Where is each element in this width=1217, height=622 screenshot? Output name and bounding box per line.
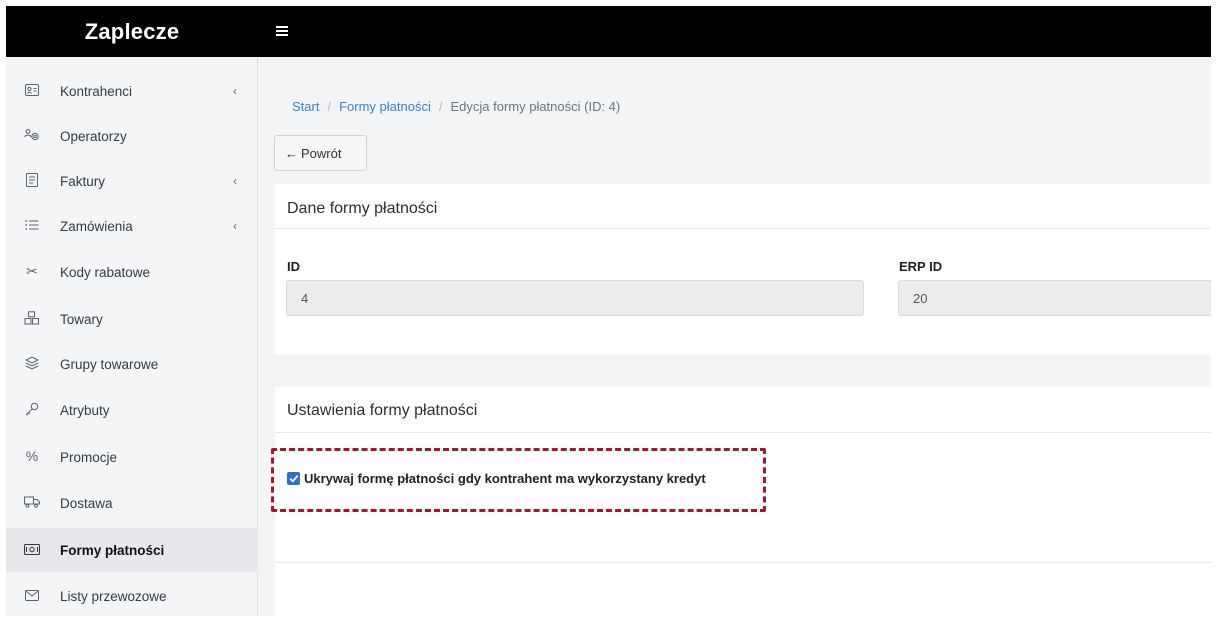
chevron-left-icon: ‹ bbox=[233, 219, 237, 233]
sidebar-item-towary[interactable]: Towary bbox=[6, 297, 258, 341]
layers-icon bbox=[24, 355, 40, 371]
sidebar-item-kody-rabatowe[interactable]: ✂ Kody rabatowe bbox=[6, 250, 258, 294]
sidebar-item-label: Listy przewozowe bbox=[60, 588, 167, 604]
settings-card-header: Ustawienia formy płatności bbox=[275, 387, 1211, 433]
breadcrumb-separator: / bbox=[327, 99, 332, 114]
money-icon bbox=[24, 541, 40, 557]
sidebar-item-listy-przewozowe[interactable]: Listy przewozowe bbox=[6, 574, 258, 616]
users-gear-icon bbox=[24, 127, 40, 143]
settings-card-title: Ustawienia formy płatności bbox=[287, 402, 478, 419]
settings-card: Ustawienia formy płatności bbox=[275, 387, 1211, 616]
contact-card-icon bbox=[24, 82, 40, 98]
hide-when-credit-used-option[interactable]: Ukrywaj formę płatności gdy kontrahent m… bbox=[287, 471, 706, 486]
sidebar-item-atrybuty[interactable]: Atrybuty bbox=[6, 388, 258, 432]
breadcrumb-payment-forms-link[interactable]: Formy płatności bbox=[339, 99, 431, 114]
details-card: Dane formy płatności ID 4 ERP ID 20 bbox=[275, 184, 1211, 355]
checkmark-icon bbox=[289, 475, 298, 483]
sidebar-item-label: Kontrahenci bbox=[60, 83, 133, 99]
chevron-left-icon: ‹ bbox=[233, 174, 237, 188]
chevron-left-icon: ‹ bbox=[233, 84, 237, 98]
key-icon bbox=[24, 401, 40, 417]
sidebar-item-label: Towary bbox=[60, 311, 103, 327]
truck-icon bbox=[24, 494, 40, 510]
breadcrumb: Start / Formy płatności / Edycja formy p… bbox=[292, 99, 620, 114]
sidebar-item-label: Formy płatności bbox=[60, 542, 165, 558]
sidebar-item-dostawa[interactable]: Dostawa bbox=[6, 481, 258, 525]
list-icon bbox=[24, 217, 40, 233]
sidebar: Kontrahenci ‹ Operatorzy Faktury ‹ Zamów… bbox=[6, 57, 258, 616]
breadcrumb-separator: / bbox=[438, 99, 443, 114]
id-field[interactable]: 4 bbox=[286, 280, 864, 316]
sidebar-item-label: Atrybuty bbox=[60, 402, 110, 418]
sidebar-item-label: Operatorzy bbox=[60, 128, 127, 144]
envelope-icon bbox=[24, 587, 40, 603]
breadcrumb-current: Edycja formy płatności (ID: 4) bbox=[450, 99, 621, 114]
invoice-icon bbox=[24, 172, 40, 188]
settings-card-divider bbox=[275, 562, 1211, 563]
app-frame: Zaplecze Kontrahenci ‹ Operatorzy Faktur… bbox=[6, 6, 1211, 616]
hide-when-credit-used-label: Ukrywaj formę płatności gdy kontrahent m… bbox=[304, 471, 706, 486]
percent-icon: % bbox=[25, 448, 39, 464]
breadcrumb-start-link[interactable]: Start bbox=[292, 99, 319, 114]
top-bar: Zaplecze bbox=[6, 6, 1211, 57]
sidebar-item-label: Faktury bbox=[60, 173, 106, 189]
sidebar-item-zamowienia[interactable]: Zamówienia ‹ bbox=[6, 204, 258, 248]
sidebar-item-label: Kody rabatowe bbox=[60, 264, 151, 280]
erp-id-label: ERP ID bbox=[899, 259, 943, 274]
sidebar-item-label: Grupy towarowe bbox=[60, 356, 159, 372]
sidebar-item-label: Zamówienia bbox=[60, 218, 133, 234]
erp-id-field-value: 20 bbox=[913, 290, 928, 306]
sidebar-item-faktury[interactable]: Faktury ‹ bbox=[6, 159, 258, 203]
id-field-value: 4 bbox=[301, 290, 309, 306]
sidebar-item-label: Promocje bbox=[60, 449, 118, 465]
sidebar-item-grupy-towarowe[interactable]: Grupy towarowe bbox=[6, 342, 258, 386]
back-button-label: Powrót bbox=[301, 145, 342, 161]
hamburger-menu-icon[interactable] bbox=[276, 20, 292, 42]
back-button[interactable]: ← Powrót bbox=[274, 135, 367, 171]
sidebar-item-operatorzy[interactable]: Operatorzy bbox=[6, 114, 258, 158]
hide-when-credit-used-checkbox[interactable] bbox=[287, 472, 300, 485]
sidebar-item-formy-platnosci[interactable]: Formy płatności bbox=[6, 528, 258, 572]
sidebar-item-label: Dostawa bbox=[60, 495, 113, 511]
scissors-icon: ✂ bbox=[26, 262, 38, 279]
sidebar-item-kontrahenci[interactable]: Kontrahenci ‹ bbox=[6, 69, 258, 113]
sidebar-item-promocje[interactable]: % Promocje bbox=[6, 435, 258, 479]
arrow-left-icon: ← bbox=[285, 145, 298, 161]
id-label: ID bbox=[287, 259, 300, 274]
boxes-icon bbox=[24, 310, 40, 326]
details-card-title: Dane formy płatności bbox=[287, 200, 438, 217]
brand-logo[interactable]: Zaplecze bbox=[6, 6, 258, 57]
details-card-header: Dane formy płatności bbox=[275, 184, 1211, 229]
erp-id-field[interactable]: 20 bbox=[898, 280, 1211, 316]
